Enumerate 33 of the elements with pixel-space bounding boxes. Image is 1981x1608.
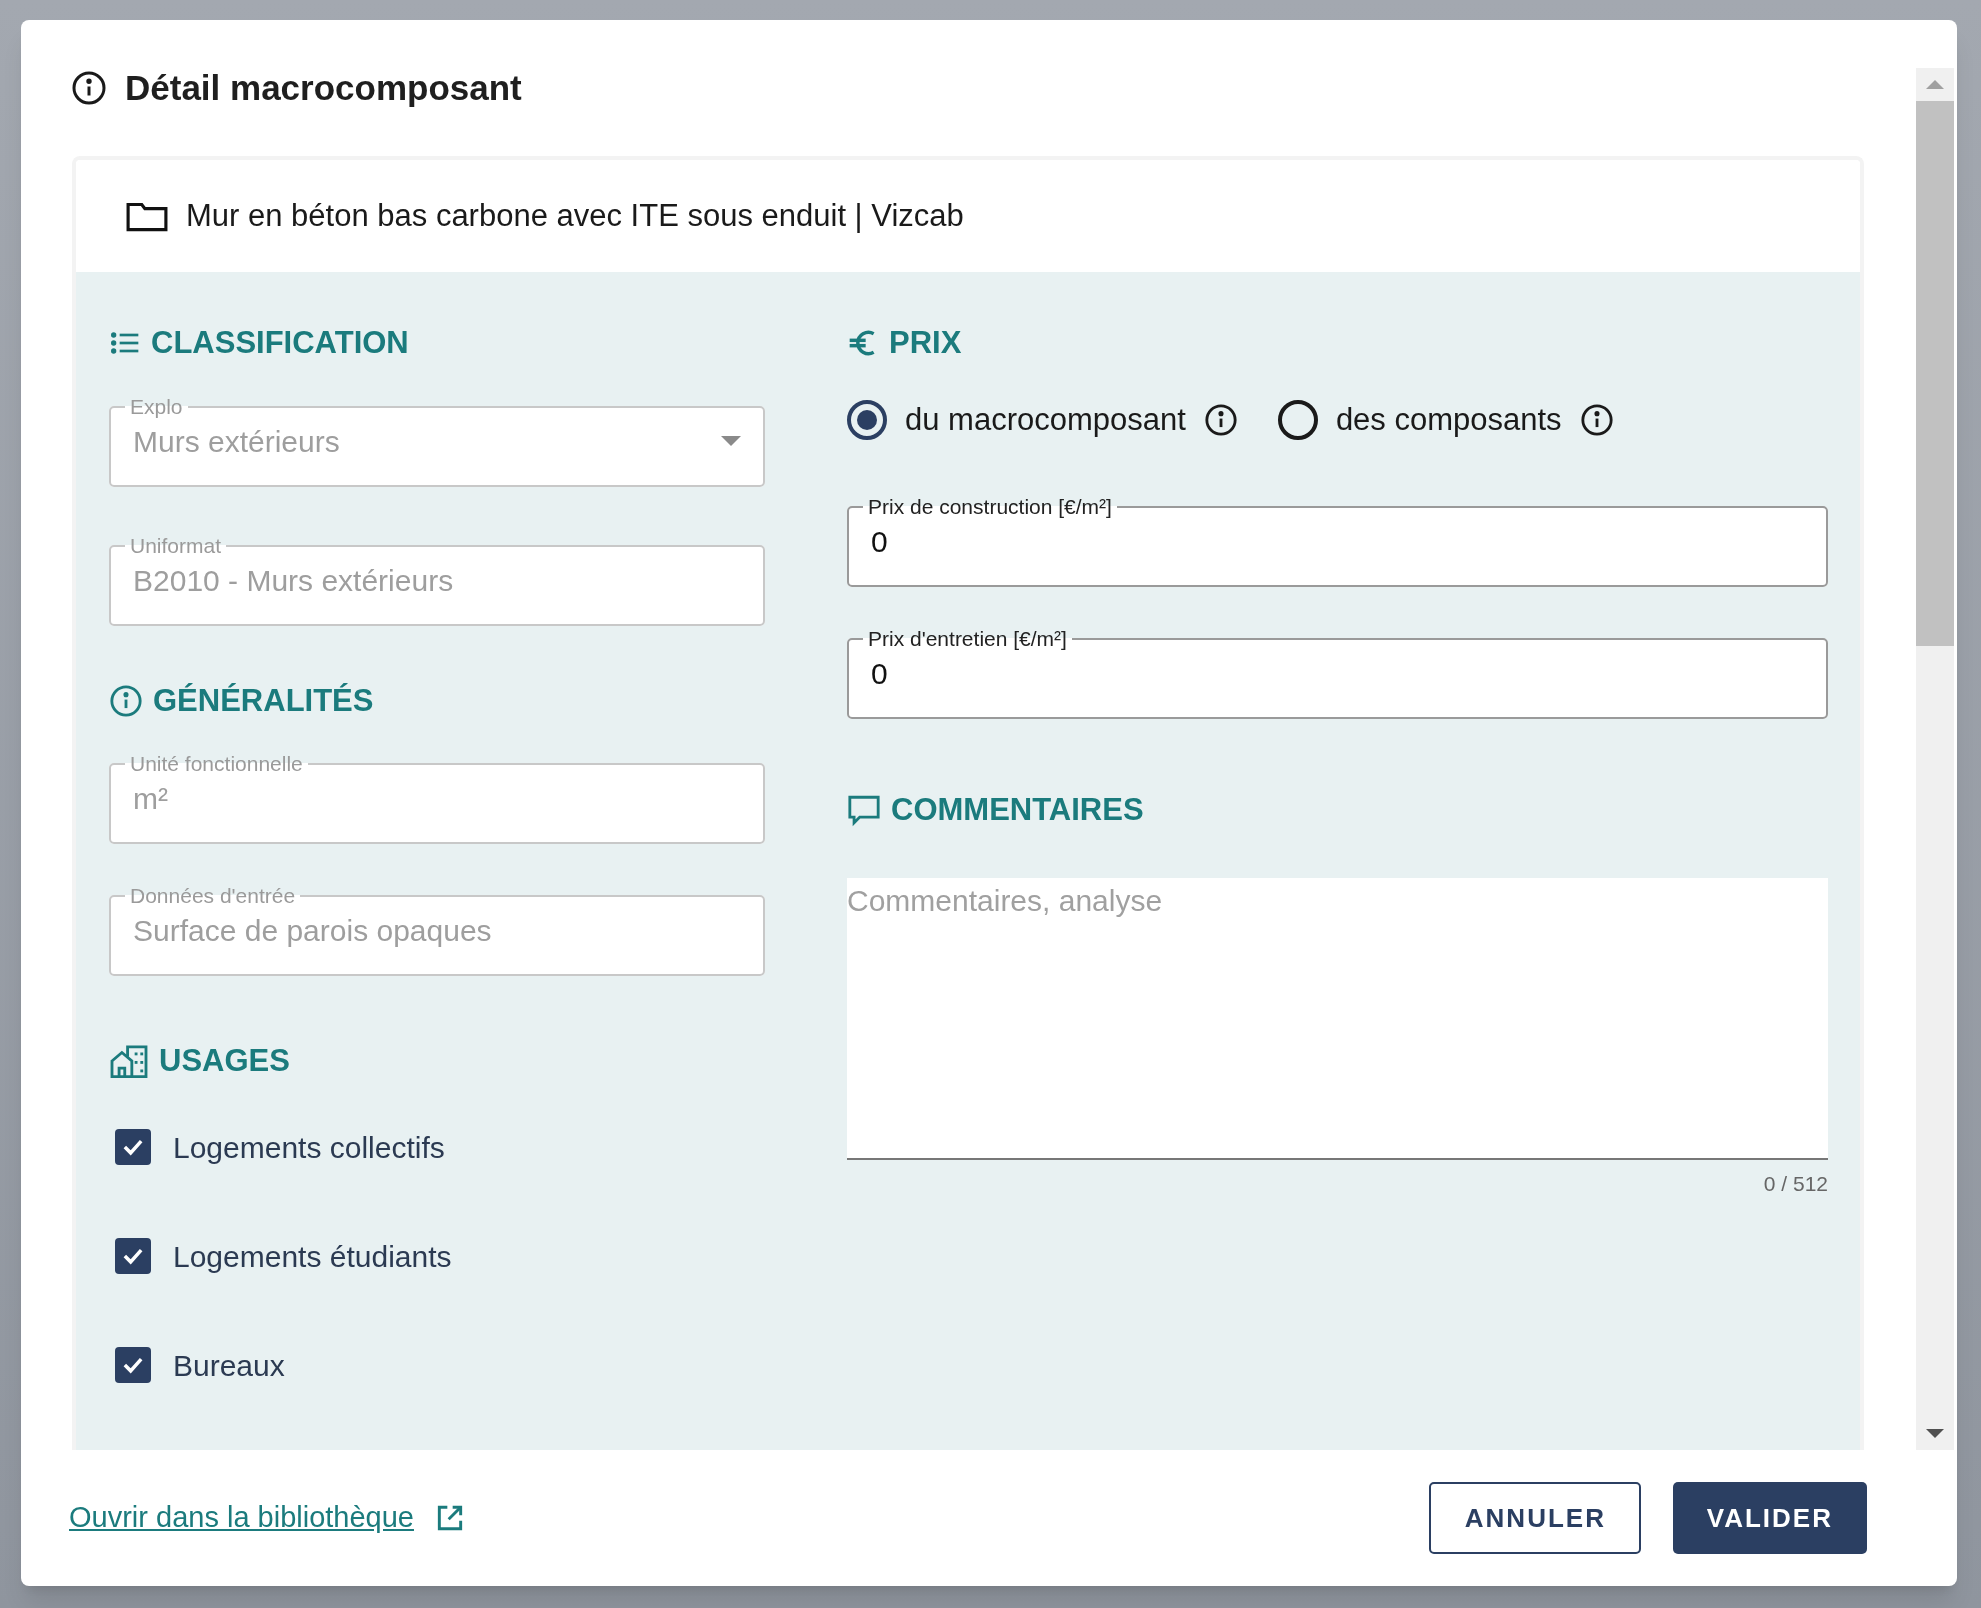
section-heading: USAGES — [159, 1042, 290, 1080]
info-icon — [109, 683, 143, 718]
checkbox-label: Bureaux — [173, 1347, 285, 1384]
validate-button[interactable]: VALIDER — [1672, 1482, 1867, 1554]
radio-label: des composants — [1335, 400, 1562, 439]
checkbox-label: Logements collectifs — [173, 1129, 445, 1166]
library-link[interactable]: Ouvrir dans la bibliothèque — [69, 1496, 466, 1540]
info-icon — [1203, 402, 1238, 437]
folder-icon — [126, 200, 168, 232]
checkbox[interactable] — [115, 1238, 151, 1274]
comment-icon — [847, 793, 881, 828]
scroll-down-arrow-icon[interactable] — [1926, 1429, 1944, 1438]
item-name: Mur en béton bas carbone avec ITE sous enduit | Vizcab — [186, 196, 964, 235]
dropdown-caret-icon — [721, 436, 741, 446]
section-heading: CLASSIFICATION — [151, 324, 409, 362]
info-icon — [71, 70, 107, 106]
scrollbar-thumb[interactable] — [1916, 101, 1954, 646]
section-heading: GÉNÉRALITÉS — [153, 681, 374, 720]
checkbox-label: Logements étudiants — [173, 1238, 452, 1275]
checkbox[interactable] — [115, 1347, 151, 1383]
cancel-button[interactable]: ANNULER — [1428, 1482, 1641, 1554]
comment-field[interactable]: Commentaires, analyse — [847, 877, 1828, 1160]
radio-button[interactable] — [847, 399, 887, 440]
radio-button[interactable] — [1277, 399, 1318, 440]
dialog-title: Détail macrocomposant — [125, 66, 522, 109]
buildings-icon — [109, 1044, 149, 1079]
checkbox[interactable] — [115, 1129, 151, 1165]
scrollbar[interactable] — [1916, 68, 1954, 1450]
section-heading: PRIX — [889, 324, 962, 362]
info-icon — [1579, 402, 1614, 437]
character-counter: 0 / 512 — [1763, 1170, 1828, 1197]
section-heading: COMMENTAIRES — [891, 791, 1144, 829]
radio-label: du macrocomposant — [905, 400, 1186, 439]
